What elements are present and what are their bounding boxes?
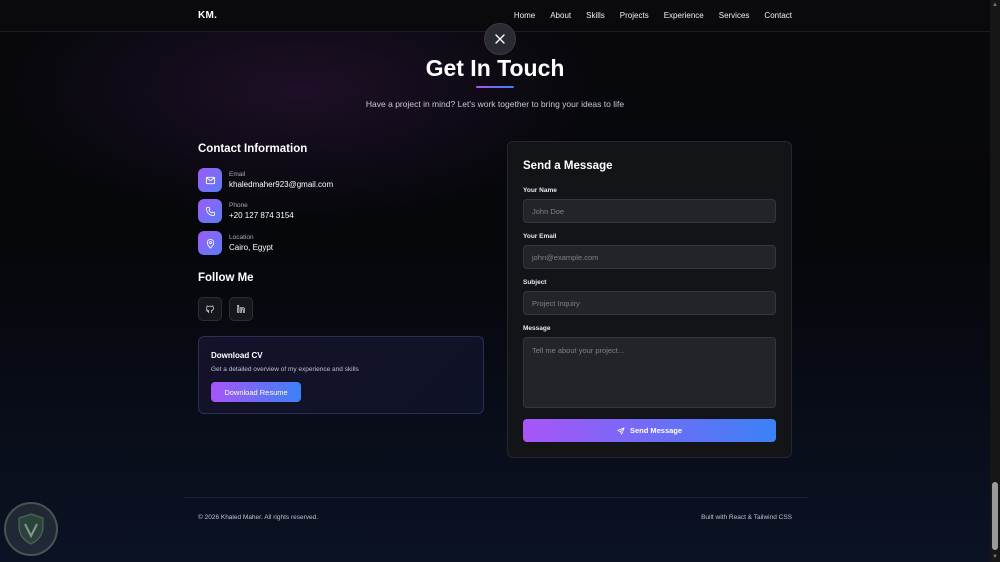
cv-description: Get a detailed overview of my experience… (211, 366, 359, 373)
linkedin-icon (237, 304, 245, 313)
form-title: Send a Message (523, 160, 613, 172)
page-title: Get In Touch (425, 55, 565, 81)
subject-label: Subject (523, 279, 547, 286)
page-scrollbar[interactable]: ▲ ▼ (990, 0, 1000, 562)
download-cv-card: Download CV Get a detailed overview of m… (198, 336, 484, 414)
nav-link-contact[interactable]: Contact (764, 11, 792, 20)
email-value[interactable]: khaledmaher923@gmail.com (229, 180, 333, 189)
close-button[interactable] (484, 23, 516, 55)
contact-item-phone: Phone +20 127 874 3154 (198, 199, 294, 223)
github-button[interactable] (198, 297, 222, 321)
message-textarea[interactable] (523, 337, 776, 408)
watermark-emblem (4, 502, 58, 556)
contact-item-location: Location Cairo, Egypt (198, 231, 273, 255)
subject-input[interactable] (523, 291, 776, 315)
send-icon (617, 426, 625, 435)
send-message-label: Send Message (629, 426, 683, 435)
location-value: Cairo, Egypt (229, 243, 274, 252)
nav-link-services[interactable]: Services (719, 11, 750, 20)
scroll-down-arrow-icon[interactable]: ▼ (992, 554, 998, 560)
mail-icon (198, 168, 222, 192)
linkedin-button[interactable] (229, 297, 253, 321)
download-resume-button[interactable]: Download Resume (211, 382, 301, 402)
nav-link-projects[interactable]: Projects (620, 11, 649, 20)
follow-title: Follow Me (198, 272, 254, 284)
nav-link-skills[interactable]: Skills (586, 11, 605, 20)
email-label: Your Email (523, 233, 557, 240)
footer-divider (184, 497, 808, 498)
contact-label: Email (229, 171, 246, 178)
footer-built-with: Built with React & Tailwind CSS (701, 514, 792, 521)
email-input[interactable] (523, 245, 776, 269)
cv-title: Download CV (211, 351, 263, 360)
send-message-button[interactable]: Send Message (523, 419, 776, 442)
contact-label: Phone (229, 202, 248, 209)
contact-item-email: Email khaledmaher923@gmail.com (198, 168, 333, 192)
scrollbar-thumb[interactable] (992, 482, 998, 550)
close-icon (495, 34, 505, 44)
message-label: Message (523, 325, 551, 332)
page-subtitle: Have a project in mind? Let's work toget… (365, 99, 625, 109)
phone-icon (198, 199, 222, 223)
contact-label: Location (229, 234, 254, 241)
phone-value[interactable]: +20 127 874 3154 (229, 211, 294, 220)
shield-icon (18, 513, 44, 545)
logo[interactable]: KM. (198, 10, 217, 21)
title-underline (476, 86, 514, 88)
nav-links: Home About Skills Projects Experience Se… (514, 11, 792, 20)
name-input[interactable] (523, 199, 776, 223)
contact-info-title: Contact Information (198, 143, 308, 155)
scroll-up-arrow-icon[interactable]: ▲ (992, 2, 998, 8)
map-pin-icon (198, 231, 222, 255)
nav-link-home[interactable]: Home (514, 11, 535, 20)
nav-link-about[interactable]: About (550, 11, 571, 20)
nav-link-experience[interactable]: Experience (664, 11, 704, 20)
github-icon (206, 305, 214, 314)
footer-copyright: © 2026 Khaled Maher. All rights reserved… (198, 514, 319, 521)
contact-form: Send a Message Your Name Your Email Subj… (507, 141, 792, 458)
name-label: Your Name (523, 187, 557, 194)
